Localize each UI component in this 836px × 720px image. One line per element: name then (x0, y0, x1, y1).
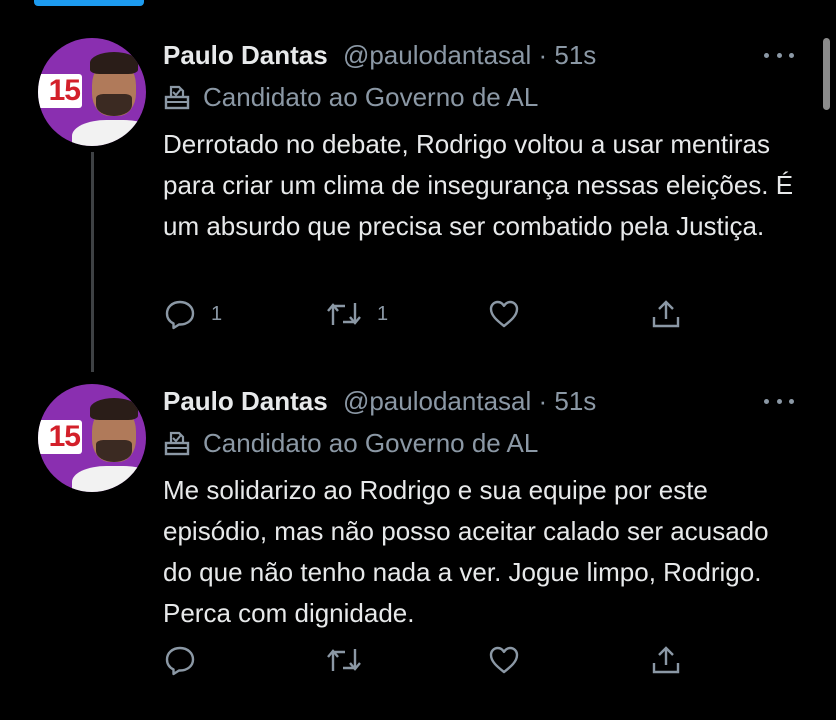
avatar-shirt (72, 466, 146, 492)
affiliation-label-text: Candidato ao Governo de AL (203, 82, 539, 112)
affiliation-label: Candidato ao Governo de AL (163, 426, 538, 460)
reply-button[interactable]: 1 (163, 294, 222, 334)
like-button[interactable] (487, 640, 535, 680)
tweet-actions: 1 1 (163, 294, 703, 334)
share-icon (652, 646, 680, 674)
avatar-beard (96, 440, 132, 462)
share-button[interactable] (649, 640, 683, 680)
author-handle[interactable]: @paulodantasal (343, 40, 531, 70)
more-icon[interactable] (764, 396, 794, 406)
reply-button[interactable] (163, 640, 211, 680)
like-button[interactable] (487, 294, 535, 334)
avatar-badge: 15 (38, 420, 82, 454)
retweet-count: 1 (377, 302, 389, 325)
active-tab-indicator (34, 0, 144, 6)
retweet-icon (327, 303, 361, 325)
affiliation-label-text: Candidato ao Governo de AL (203, 428, 539, 458)
reply-icon (165, 646, 195, 676)
separator-dot: · (531, 40, 555, 70)
avatar-badge: 15 (38, 74, 82, 108)
tweet-time[interactable]: 51s (554, 40, 596, 70)
tweet-time[interactable]: 51s (554, 386, 596, 416)
share-button[interactable] (649, 294, 683, 334)
ballot-box-icon (164, 431, 190, 456)
tweet-text: Derrotado no debate, Rodrigo voltou a us… (163, 129, 794, 241)
tweet-header: Paulo Dantas @paulodantasal · 51s (163, 384, 596, 418)
scrollbar[interactable] (823, 38, 830, 110)
avatar-hair (90, 398, 138, 420)
author-handle[interactable]: @paulodantasal (343, 386, 531, 416)
avatar-hair (90, 52, 138, 74)
tweet-actions (163, 640, 703, 680)
share-icon (652, 300, 680, 328)
tweet-text: Me solidarizo ao Rodrigo e sua equipe po… (163, 475, 769, 628)
avatar-beard (96, 94, 132, 116)
reply-count: 1 (211, 302, 223, 325)
more-icon[interactable] (764, 50, 794, 60)
retweet-button[interactable]: 1 (325, 294, 388, 334)
author-name[interactable]: Paulo Dantas (163, 40, 328, 70)
like-icon (489, 300, 519, 328)
avatar[interactable]: 15 (38, 384, 146, 492)
affiliation-label: Candidato ao Governo de AL (163, 80, 538, 114)
reply-icon (165, 300, 195, 330)
like-icon (489, 646, 519, 674)
separator-dot: · (531, 386, 555, 416)
ballot-box-icon (164, 85, 190, 110)
retweet-button[interactable] (325, 640, 377, 680)
retweet-icon (327, 649, 361, 671)
avatar-shirt (72, 120, 146, 146)
author-name[interactable]: Paulo Dantas (163, 386, 328, 416)
tweet-header: Paulo Dantas @paulodantasal · 51s (163, 38, 596, 72)
avatar[interactable]: 15 (38, 38, 146, 146)
thread-connector-line (91, 152, 94, 372)
